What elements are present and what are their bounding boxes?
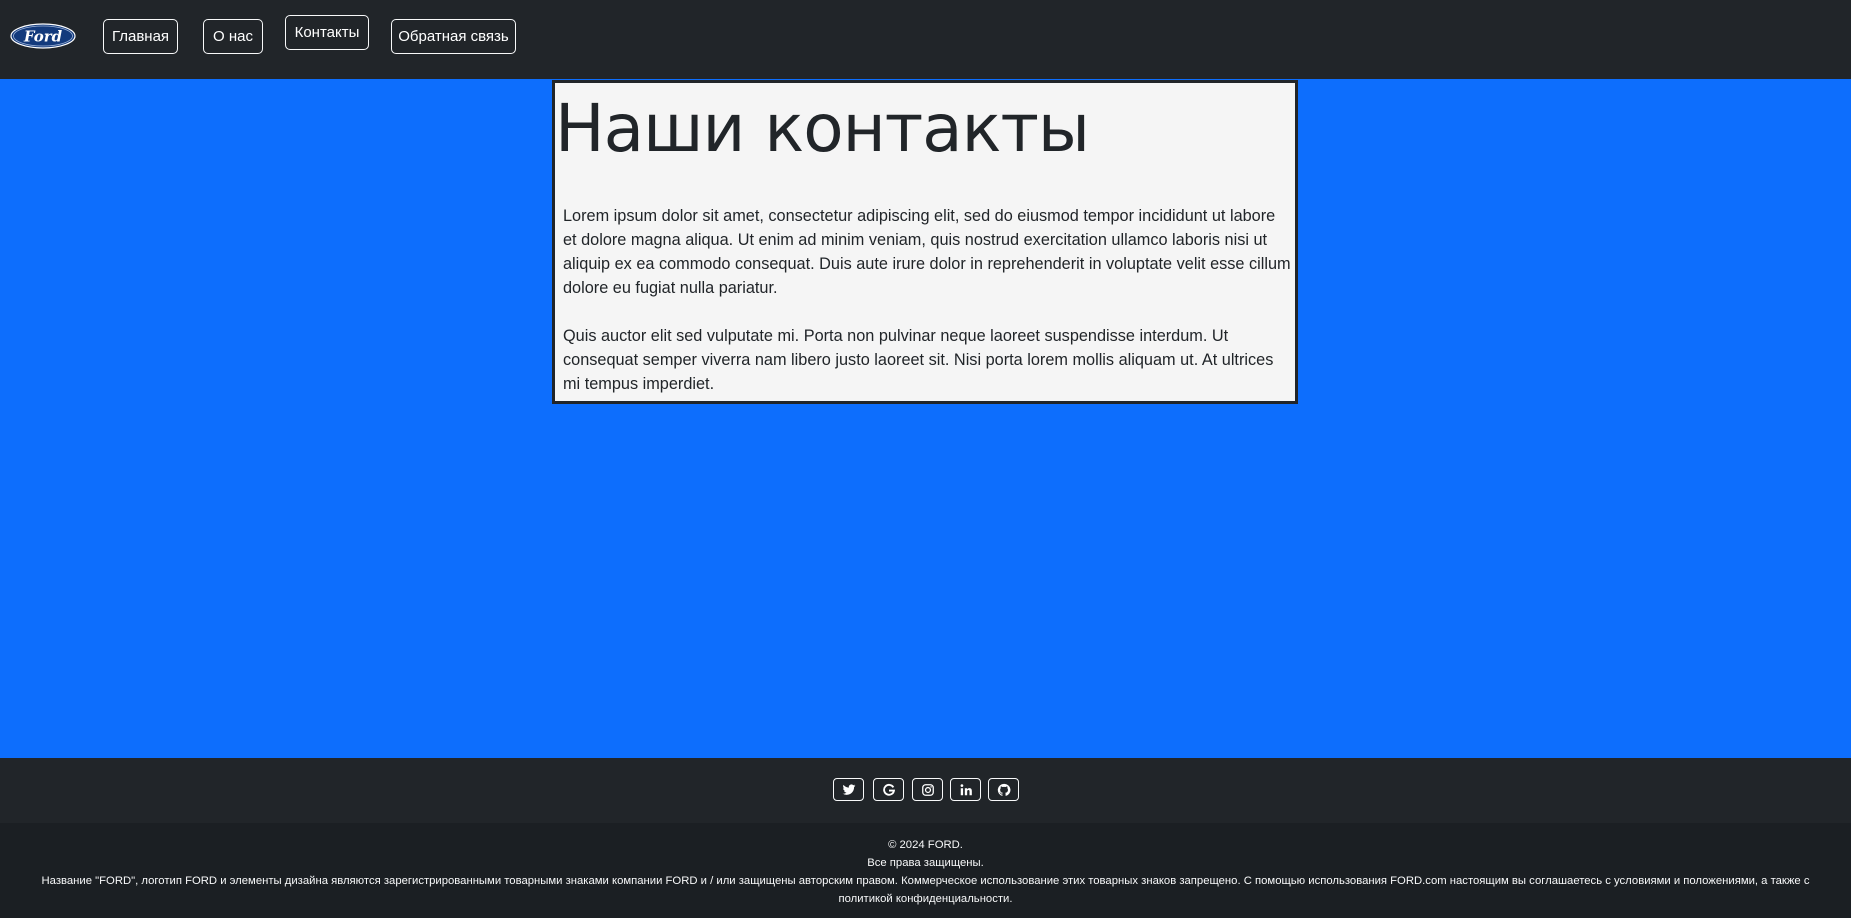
ford-logo-text: Ford <box>23 28 63 46</box>
footer-copyright: © 2024 FORD. <box>888 839 963 851</box>
nav-link-home[interactable]: Главная <box>103 19 178 54</box>
paragraph-1: Lorem ipsum dolor sit amet, consectetur … <box>563 207 1291 297</box>
nav-link-contacts[interactable]: Контакты <box>285 15 369 50</box>
paragraph-2: Quis auctor elit sed vulputate mi. Porta… <box>563 327 1274 393</box>
page-title: Наши контакты <box>555 90 1090 167</box>
github-icon <box>997 783 1010 796</box>
twitter-button[interactable] <box>833 778 864 801</box>
footer-rights: Все права защищены. <box>867 857 984 869</box>
instagram-button[interactable] <box>912 778 943 801</box>
google-button[interactable] <box>873 778 904 801</box>
footer-legal: Название "FORD", логотип FORD и элементы… <box>41 875 1810 905</box>
contacts-card: Наши контакты Lorem ipsum dolor sit amet… <box>552 80 1298 404</box>
instagram-icon <box>921 783 934 796</box>
nav-link-feedback[interactable]: Обратная связь <box>391 19 516 54</box>
nav-link-about[interactable]: О нас <box>203 19 263 54</box>
linkedin-icon <box>960 783 972 795</box>
footer: © 2024 FORD. Все права защищены. Названи… <box>0 823 1851 918</box>
twitter-icon <box>842 783 855 795</box>
ford-logo[interactable]: Ford <box>10 23 76 49</box>
navbar: Ford Главная О нас Контакты Обратная свя… <box>0 0 1851 79</box>
linkedin-button[interactable] <box>950 778 981 801</box>
google-icon <box>882 783 895 796</box>
github-button[interactable] <box>988 778 1019 801</box>
social-bar <box>0 758 1851 823</box>
